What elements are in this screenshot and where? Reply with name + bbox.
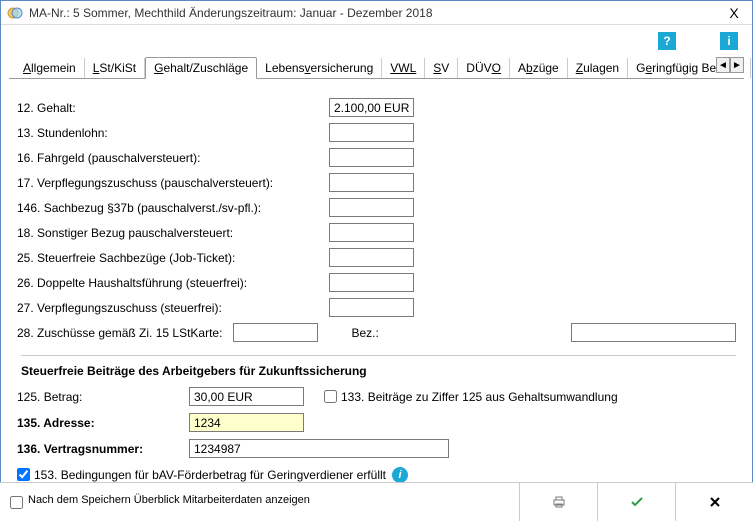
info-153-icon[interactable]: i bbox=[392, 467, 408, 483]
cancel-button[interactable] bbox=[675, 483, 753, 521]
cross-icon bbox=[707, 494, 723, 510]
input-146-sachbezug[interactable] bbox=[329, 198, 414, 217]
input-28-zuschuesse[interactable] bbox=[233, 323, 318, 342]
label-153-bav: 153. Bedingungen für bAV-Förderbetrag fü… bbox=[34, 468, 386, 482]
input-27-verpflegung-sf[interactable] bbox=[329, 298, 414, 317]
app-icon bbox=[7, 5, 23, 21]
printer-icon bbox=[551, 494, 567, 510]
input-135-adresse[interactable] bbox=[189, 413, 304, 432]
input-26-haushalt[interactable] bbox=[329, 273, 414, 292]
label-13-stundenlohn: 13. Stundenlohn: bbox=[17, 126, 329, 140]
label-136-vertragsnummer: 136. Vertragsnummer: bbox=[17, 442, 189, 456]
tab-abzuege[interactable]: Abzüge bbox=[510, 58, 568, 78]
print-button[interactable] bbox=[519, 483, 597, 521]
tab-vwl[interactable]: VWL bbox=[382, 58, 425, 78]
input-13-stundenlohn[interactable] bbox=[329, 123, 414, 142]
label-12-gehalt: 12. Gehalt: bbox=[17, 101, 329, 115]
input-12-gehalt[interactable] bbox=[329, 98, 414, 117]
input-18-sonstiger[interactable] bbox=[329, 223, 414, 242]
input-136-vertragsnummer[interactable] bbox=[189, 439, 449, 458]
input-125-betrag[interactable] bbox=[189, 387, 304, 406]
label-27-verpflegung-sf: 27. Verpflegungszuschuss (steuerfrei): bbox=[17, 301, 329, 315]
tab-scroll-right[interactable]: ► bbox=[730, 57, 744, 73]
input-25-jobticket[interactable] bbox=[329, 248, 414, 267]
checkbox-153-bav[interactable] bbox=[17, 468, 30, 481]
label-bez: Bez.: bbox=[352, 326, 568, 340]
window-title: MA-Nr.: 5 Sommer, Mechthild Änderungszei… bbox=[29, 6, 722, 20]
label-17-verpflegung: 17. Verpflegungszuschuss (pauschalverste… bbox=[17, 176, 329, 190]
tab-duvo[interactable]: DÜVO bbox=[458, 58, 510, 78]
label-save-overview: Nach dem Speichern Überblick Mitarbeiter… bbox=[28, 494, 310, 507]
ok-button[interactable] bbox=[597, 483, 675, 521]
tab-gehalt-zuschlaege[interactable]: Gehalt/Zuschläge bbox=[145, 57, 257, 79]
tab-allgemein[interactable]: Allgemein bbox=[15, 58, 85, 78]
help-icon[interactable]: ? bbox=[658, 32, 676, 50]
label-26-haushalt: 26. Doppelte Haushaltsführung (steuerfre… bbox=[17, 276, 329, 290]
input-bez[interactable] bbox=[571, 323, 736, 342]
tab-strip: Allgemein LSt/KiSt Gehalt/Zuschläge Lebe… bbox=[9, 57, 744, 79]
tab-scroll-left[interactable]: ◄ bbox=[716, 57, 730, 73]
checkbox-133-gehaltsumwandlung[interactable] bbox=[324, 390, 337, 403]
label-25-jobticket: 25. Steuerfreie Sachbezüge (Job-Ticket): bbox=[17, 251, 329, 265]
checkmark-icon bbox=[629, 494, 645, 510]
close-button[interactable]: X bbox=[722, 3, 746, 23]
label-133-gehaltsumwandlung: 133. Beiträge zu Ziffer 125 aus Gehaltsu… bbox=[341, 390, 618, 404]
tab-lebensversicherung[interactable]: Lebensversicherung bbox=[257, 58, 382, 78]
label-18-sonstiger: 18. Sonstiger Bezug pauschalversteuert: bbox=[17, 226, 329, 240]
label-135-adresse: 135. Adresse: bbox=[17, 416, 189, 430]
section-heading-zukunftssicherung: Steuerfreie Beiträge des Arbeitgebers fü… bbox=[21, 355, 736, 378]
label-16-fahrgeld: 16. Fahrgeld (pauschalversteuert): bbox=[17, 151, 329, 165]
tab-zulagen[interactable]: Zulagen bbox=[568, 58, 628, 78]
input-17-verpflegung[interactable] bbox=[329, 173, 414, 192]
checkbox-save-overview[interactable] bbox=[10, 496, 23, 509]
label-125-betrag: 125. Betrag: bbox=[17, 390, 189, 404]
info-icon[interactable]: i bbox=[720, 32, 738, 50]
label-28-zuschuesse: 28. Zuschüsse gemäß Zi. 15 LStKarte: bbox=[17, 326, 233, 340]
input-16-fahrgeld[interactable] bbox=[329, 148, 414, 167]
tab-sv[interactable]: SV bbox=[425, 58, 458, 78]
tab-lst-kist[interactable]: LSt/KiSt bbox=[85, 58, 145, 78]
label-146-sachbezug: 146. Sachbezug §37b (pauschalverst./sv-p… bbox=[17, 201, 329, 215]
